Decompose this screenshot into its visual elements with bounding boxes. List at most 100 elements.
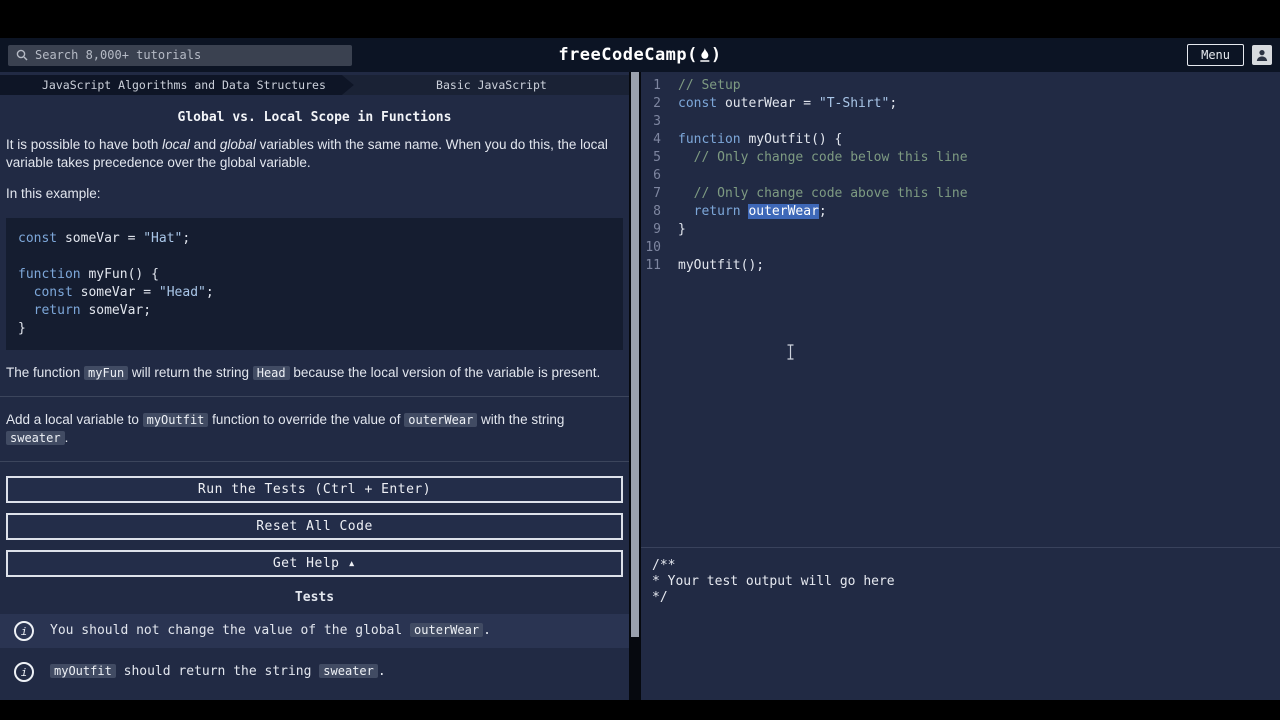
logo-text: freeCodeCamp xyxy=(558,45,688,65)
test-text: You should not change the value of the g… xyxy=(50,622,491,640)
code-token: "Head" xyxy=(158,284,206,300)
screen: freeCodeCamp() Menu JavaScript Algorithm… xyxy=(0,0,1280,720)
output-line: */ xyxy=(652,590,668,605)
editor-line[interactable]: 11 myOutfit(); xyxy=(641,257,1280,275)
editor-line-code: // Setup xyxy=(678,77,741,95)
search-input[interactable] xyxy=(35,48,344,62)
code-token: myFun() { xyxy=(80,266,159,282)
inline-code: outerWear xyxy=(410,622,484,637)
inline-code: outerWear xyxy=(404,412,478,427)
editor-line-code: const outerWear = "T-Shirt"; xyxy=(678,95,897,113)
editor-line[interactable]: 2 const outerWear = "T-Shirt"; xyxy=(641,95,1280,113)
editor-line-code xyxy=(678,113,686,131)
text-fragment: The function xyxy=(6,364,85,380)
text-fragment: . xyxy=(483,622,491,638)
editor-line-code: // Only change code above this line xyxy=(678,185,968,203)
inline-code: sweater xyxy=(6,431,65,446)
section-divider xyxy=(0,461,629,463)
editor-line[interactable]: 5 // Only change code below this line xyxy=(641,149,1280,167)
code-line: function myFun() { xyxy=(18,266,611,284)
code-token: ; xyxy=(818,204,827,219)
selected-token: outerWear xyxy=(748,204,819,219)
code-token: } xyxy=(678,222,686,237)
letterbox-bottom xyxy=(0,700,1280,720)
instructions-panel: JavaScript Algorithms and Data Structure… xyxy=(0,72,629,700)
example-code-block: const someVar = "Hat"; function myFun() … xyxy=(6,217,623,350)
editor-line[interactable]: 10 xyxy=(641,239,1280,257)
test-item: i myOutfit should return the string swea… xyxy=(0,655,629,689)
text-fragment: and xyxy=(189,137,220,152)
example-label: In this example: xyxy=(6,186,101,202)
code-token: function xyxy=(18,266,81,282)
get-help-button[interactable]: Get Help ▴ xyxy=(6,550,623,578)
text-fragment: You should not change the value of the g… xyxy=(50,622,411,638)
flame-icon xyxy=(699,48,709,62)
test-status-icon: i xyxy=(14,621,34,642)
code-token: // Setup xyxy=(678,78,741,93)
text-fragment: Add a local variable to xyxy=(6,411,143,427)
panel-scrollbar xyxy=(629,72,641,700)
editor-line[interactable]: 4 function myOutfit() { xyxy=(641,131,1280,149)
user-avatar-icon xyxy=(1256,50,1268,61)
editor-line[interactable]: 1 // Setup xyxy=(641,77,1280,95)
fcc-logo[interactable]: freeCodeCamp() xyxy=(558,45,721,65)
code-token: function xyxy=(678,132,741,147)
text-fragment: with the string xyxy=(477,411,565,427)
editor-line-code: myOutfit(); xyxy=(678,257,764,275)
avatar-button[interactable] xyxy=(1252,45,1272,65)
editor-line[interactable]: 7 // Only change code above this line xyxy=(641,185,1280,203)
editor-line-code xyxy=(678,167,686,185)
line-number: 4 xyxy=(653,132,661,147)
instructions-paragraph: Add a local variable to myOutfit functio… xyxy=(0,411,629,447)
search-icon xyxy=(16,49,28,61)
code-token: const xyxy=(18,230,58,246)
test-text: myOutfit should return the string sweate… xyxy=(50,663,386,681)
logo-paren-close: ) xyxy=(710,45,722,65)
text-fragment: . xyxy=(377,663,386,679)
test-status-icon: i xyxy=(14,662,34,683)
scrollbar-thumb[interactable] xyxy=(631,72,639,637)
code-line: return someVar; xyxy=(18,302,611,320)
run-tests-button[interactable]: Run the Tests (Ctrl + Enter) xyxy=(6,476,623,504)
text-fragment: should return the string xyxy=(115,663,320,679)
inline-code: myFun xyxy=(84,365,129,380)
inline-code: myOutfit xyxy=(50,663,116,678)
code-line xyxy=(18,248,611,266)
menu-button[interactable]: Menu xyxy=(1187,44,1244,66)
inline-code: myOutfit xyxy=(142,412,209,427)
code-token: } xyxy=(18,320,26,336)
reset-code-button[interactable]: Reset All Code xyxy=(6,513,623,541)
editor-line[interactable]: 8 return outerWear; xyxy=(641,203,1280,221)
editor-line[interactable]: 3 xyxy=(641,113,1280,131)
code-token: someVar = xyxy=(57,230,144,246)
inline-code: Head xyxy=(252,365,290,380)
editor-line[interactable]: 6 xyxy=(641,167,1280,185)
header-right: Menu xyxy=(1187,44,1272,66)
breadcrumb-block[interactable]: Basic JavaScript xyxy=(354,75,629,95)
text-fragment: will return the string xyxy=(128,364,253,380)
code-token: myOutfit() { xyxy=(740,132,843,147)
breadcrumb-superblock[interactable]: JavaScript Algorithms and Data Structure… xyxy=(0,75,354,95)
letterbox-top xyxy=(0,0,1280,38)
text-fragment: It is possible to have both xyxy=(6,137,163,152)
code-token: someVar; xyxy=(80,302,152,318)
editor-line[interactable]: 9} xyxy=(641,221,1280,239)
line-number: 9 xyxy=(653,222,661,237)
editor-line-code xyxy=(678,239,686,257)
line-number: 1 xyxy=(653,78,661,93)
line-number: 5 xyxy=(653,150,661,165)
code-token: outerWear = xyxy=(717,96,819,111)
editor-line-code: // Only change code below this line xyxy=(678,149,968,167)
text-fragment: . xyxy=(64,430,69,446)
search-box[interactable] xyxy=(8,44,352,66)
code-token: return xyxy=(693,204,741,219)
code-token: // Only change code below this line xyxy=(693,150,968,165)
output-line: * Your test output will go here xyxy=(652,574,895,589)
code-editor[interactable]: 1// Setup 2 const outerWear = "T-Shirt"; 3 … xyxy=(641,72,1280,547)
code-line: } xyxy=(18,320,611,338)
